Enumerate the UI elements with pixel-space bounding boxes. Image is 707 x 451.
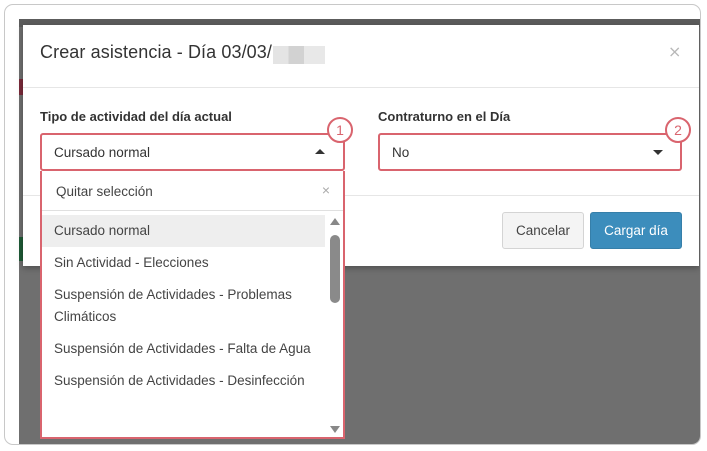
dialog-header: Crear asistencia - Día 03/03/ × xyxy=(23,25,699,88)
scroll-up-icon[interactable] xyxy=(330,218,340,225)
callout-badge-2: 2 xyxy=(665,117,691,143)
caret-up-icon xyxy=(315,149,325,154)
clear-selection-label: Quitar selección xyxy=(56,184,153,199)
load-day-button[interactable]: Cargar día xyxy=(590,212,682,249)
option-item[interactable]: Cursado normal xyxy=(42,215,325,247)
options-list: Cursado normal Sin Actividad - Eleccione… xyxy=(42,215,325,397)
callout-badge-1: 1 xyxy=(327,117,353,143)
clear-selection-row[interactable]: Quitar selección × xyxy=(42,171,343,211)
backdrop-strip xyxy=(700,149,701,269)
dropdown-scrollbar[interactable] xyxy=(327,215,343,435)
scrollbar-thumb[interactable] xyxy=(330,235,340,303)
contraturno-select[interactable]: No xyxy=(378,133,682,171)
scroll-down-icon[interactable] xyxy=(330,426,340,433)
cancel-button[interactable]: Cancelar xyxy=(502,212,584,249)
contraturno-value: No xyxy=(392,145,410,160)
caret-down-icon xyxy=(653,150,663,155)
clear-selection-icon[interactable]: × xyxy=(322,182,330,198)
redacted-year xyxy=(273,46,325,64)
activity-type-value: Cursado normal xyxy=(54,145,151,160)
dialog-title: Crear asistencia - Día 03/03/ xyxy=(40,42,273,62)
activity-type-select[interactable]: Cursado normal xyxy=(40,133,345,171)
close-icon[interactable]: × xyxy=(668,42,681,61)
option-item[interactable]: Suspensión de Actividades - Problemas Cl… xyxy=(42,279,325,333)
option-item[interactable]: Suspensión de Actividades - Desinfección xyxy=(42,365,325,397)
option-item[interactable]: Suspensión de Actividades - Falta de Agu… xyxy=(42,333,325,365)
activity-type-dropdown: Quitar selección × Cursado normal Sin Ac… xyxy=(40,171,345,439)
contraturno-label: Contraturno en el Día xyxy=(378,109,511,124)
option-item[interactable]: Sin Actividad - Elecciones xyxy=(42,247,325,279)
activity-type-label: Tipo de actividad del día actual xyxy=(40,109,232,124)
screenshot-frame: Crear asistencia - Día 03/03/ × Tipo de … xyxy=(4,4,701,445)
